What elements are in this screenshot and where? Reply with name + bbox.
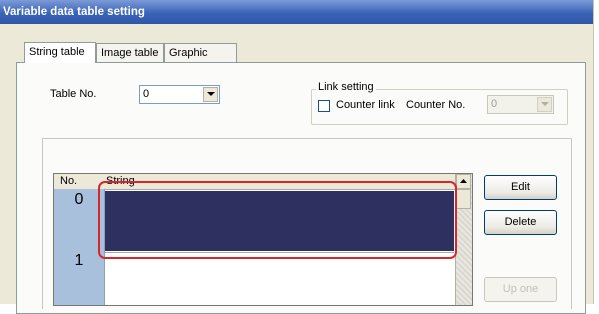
table-row-selected[interactable] (105, 191, 454, 251)
grid-scrollbar[interactable] (455, 174, 472, 305)
counter-no-select[interactable]: 0 (487, 95, 554, 114)
title-bar: Variable data table setting (0, 0, 593, 24)
delete-button[interactable]: Delete (484, 210, 557, 235)
column-header-string[interactable]: String (106, 175, 135, 187)
row-number: 1 (74, 252, 84, 269)
string-table-grid[interactable]: No. String 0 1 (53, 173, 473, 306)
column-header-no[interactable]: No. (60, 175, 77, 187)
link-setting-legend: Link setting (316, 81, 376, 93)
tab-graphic-table[interactable]: Graphic table (164, 43, 237, 78)
chevron-down-icon[interactable] (537, 97, 552, 112)
table-no-value: 0 (143, 88, 150, 100)
counter-no-label: Counter No. (406, 99, 466, 111)
row-number: 0 (74, 191, 84, 208)
scroll-thumb[interactable] (456, 189, 471, 209)
counter-link-label: Counter link (336, 99, 395, 111)
up-one-button[interactable]: Up one (484, 277, 557, 302)
scroll-up-button[interactable] (456, 174, 471, 189)
row-divider (105, 252, 454, 253)
table-no-select[interactable]: 0 (139, 85, 220, 104)
table-no-label: Table No. (50, 88, 97, 100)
counter-no-value: 0 (491, 98, 498, 110)
tab-image-table[interactable]: Image table (96, 43, 164, 62)
edit-button[interactable]: Edit (484, 175, 557, 200)
chevron-down-icon[interactable] (203, 87, 218, 102)
dialog-window: Variable data table setting String table… (0, 0, 594, 314)
grid-header: No. String (54, 174, 472, 190)
table-row[interactable] (105, 254, 454, 304)
tab-string-table[interactable]: String table (24, 42, 96, 63)
counter-link-checkbox[interactable] (318, 100, 330, 112)
